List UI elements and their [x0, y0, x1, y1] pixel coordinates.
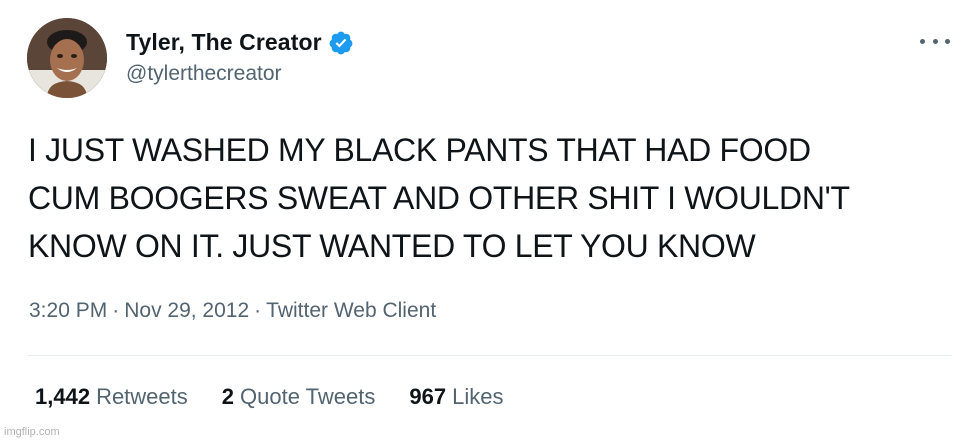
more-dot-icon [945, 38, 950, 44]
watermark: imgflip.com [4, 426, 60, 438]
likes-count: 967 [409, 384, 447, 409]
display-name[interactable]: Tyler, The Creator [126, 29, 322, 56]
meta-separator: · [112, 299, 120, 322]
avatar-photo-icon [27, 18, 107, 98]
tweet-text-line: I JUST WASHED MY BLACK PANTS THAT HAD FO… [28, 132, 811, 168]
avatar[interactable] [27, 18, 107, 98]
tweet-text-line: CUM BOOGERS SWEAT AND OTHER SHIT I WOULD… [28, 180, 850, 216]
tweet-time[interactable]: 3:20 PM [29, 299, 107, 322]
meta-separator: · [254, 299, 262, 322]
tweet-meta: 3:20 PM · Nov 29, 2012 · Twitter Web Client [29, 299, 436, 323]
retweets-count: 1,442 [35, 384, 91, 409]
verified-badge-icon [328, 30, 354, 56]
name-row: Tyler, The Creator [126, 29, 354, 56]
tweet-date[interactable]: Nov 29, 2012 [124, 299, 249, 322]
retweets-label: Retweets [96, 384, 188, 409]
quote-tweets-count: 2 [221, 384, 235, 409]
quote-tweets-stat[interactable]: 2 Quote Tweets [222, 384, 376, 410]
likes-label: Likes [452, 384, 504, 409]
user-handle[interactable]: @tylerthecreator [126, 62, 282, 86]
quote-tweets-label: Quote Tweets [240, 384, 376, 409]
more-dot-icon [920, 38, 925, 44]
more-options-button[interactable] [920, 34, 950, 48]
likes-stat[interactable]: 967 Likes [409, 384, 503, 410]
tweet-card: Tyler, The Creator @tylerthecreator I JU… [0, 0, 980, 442]
retweets-stat[interactable]: 1,442 Retweets [35, 384, 188, 410]
tweet-source[interactable]: Twitter Web Client [266, 299, 436, 322]
more-dot-icon [932, 38, 938, 44]
tweet-text: I JUST WASHED MY BLACK PANTS THAT HAD FO… [28, 126, 958, 270]
tweet-text-line: KNOW ON IT. JUST WANTED TO LET YOU KNOW [28, 228, 756, 264]
divider [28, 355, 952, 356]
tweet-stats: 1,442 Retweets 2 Quote Tweets 967 Likes [35, 384, 503, 410]
